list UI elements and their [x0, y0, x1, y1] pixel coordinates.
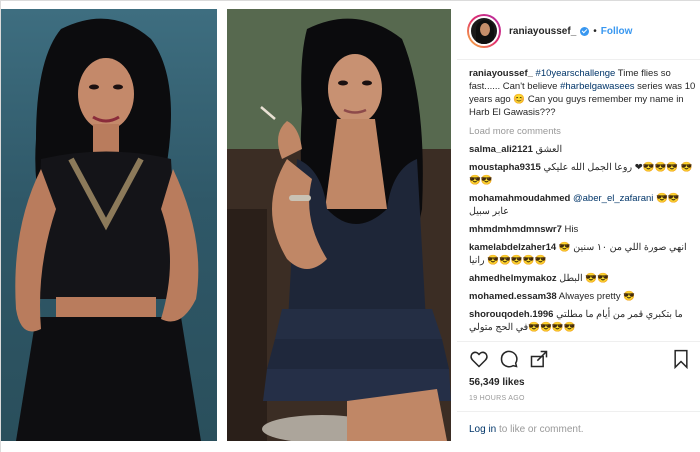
post-photo[interactable] [1, 1, 457, 452]
comment-username[interactable]: mohamahmoudahmed [469, 193, 570, 204]
comment-item: shorouqodeh.1996 ما بتكبري قمر من أيام م… [469, 308, 697, 334]
post-timestamp[interactable]: 19 HOURS AGO [469, 395, 525, 402]
login-prompt: Log in to like or comment. [469, 424, 584, 435]
post-header: raniayoussef_ • Follow [467, 11, 697, 51]
post-caption: raniayoussef_ #10yearschallenge Time fli… [469, 67, 697, 119]
comment-username[interactable]: mohamed.essam38 [469, 291, 557, 302]
header-divider [457, 59, 700, 60]
login-link[interactable]: Log in [469, 424, 496, 435]
header-separator: • [593, 25, 597, 37]
comment-item: moustapha9315 روعا الجمل الله عليكي ❤😎😎😎… [469, 161, 697, 187]
comment-username[interactable]: shorouqodeh.1996 [469, 309, 553, 320]
comment-text: العشق [535, 144, 563, 155]
header-username[interactable]: raniayoussef_ [509, 26, 576, 37]
portrait-illustration-right [227, 9, 451, 441]
avatar-image [469, 16, 499, 46]
likes-count[interactable]: 56,349 likes [469, 377, 525, 388]
login-prompt-text: to like or comment. [496, 424, 584, 435]
portrait-illustration-left [15, 18, 201, 441]
heart-icon[interactable] [469, 349, 489, 369]
comment-item: kamelabdelzaher14 انهي صورة اللي من ١٠ س… [469, 241, 697, 267]
comment-username[interactable]: mhmdmhmdmnswr7 [469, 224, 562, 235]
photo-right-scene [227, 9, 451, 441]
comment-mention[interactable]: @aber_el_zafarani [573, 193, 653, 204]
caption-username[interactable]: raniayoussef_ [469, 68, 533, 79]
login-divider [457, 411, 700, 412]
caption-hashtag-2[interactable]: #harbelgawasees [560, 81, 634, 92]
follow-button[interactable]: Follow [601, 26, 633, 37]
comment-text: البطل 😎😎 [559, 273, 609, 284]
share-icon[interactable] [529, 349, 549, 369]
verified-badge-icon [580, 26, 590, 36]
post-frame: raniayoussef_ • Follow raniayoussef_ #10… [0, 0, 700, 452]
comment-item: ahmedhelmymakoz البطل 😎😎 [469, 272, 697, 285]
post-side-panel: raniayoussef_ • Follow raniayoussef_ #10… [457, 1, 700, 452]
comment-text: Alwayes pretty 😎 [558, 291, 636, 302]
photo-left-portrait [1, 9, 217, 441]
caption-hashtag-1[interactable]: #10yearschallenge [536, 68, 616, 79]
comment-text: His [564, 224, 579, 235]
actions-divider [457, 341, 700, 342]
comment-item: mohamed.essam38 Alwayes pretty 😎 [469, 290, 697, 303]
comment-username[interactable]: kamelabdelzaher14 [469, 242, 556, 253]
comment-item: mohamahmoudahmed @aber_el_zafarani 😎😎 عا… [469, 192, 697, 218]
comment-item: salma_ali2121 العشق [469, 143, 697, 156]
action-bar [469, 349, 691, 371]
comment-item: mhmdmhmdmnswr7 His [469, 223, 697, 236]
comment-icon[interactable] [499, 349, 519, 369]
comment-username[interactable]: ahmedhelmymakoz [469, 273, 557, 284]
comment-username[interactable]: moustapha9315 [469, 162, 541, 173]
load-more-comments-button[interactable]: Load more comments [469, 125, 697, 138]
bookmark-icon[interactable] [671, 349, 691, 369]
comments-list: raniayoussef_ #10yearschallenge Time fli… [469, 67, 697, 334]
comment-username[interactable]: salma_ali2121 [469, 144, 533, 155]
avatar[interactable] [467, 14, 501, 48]
